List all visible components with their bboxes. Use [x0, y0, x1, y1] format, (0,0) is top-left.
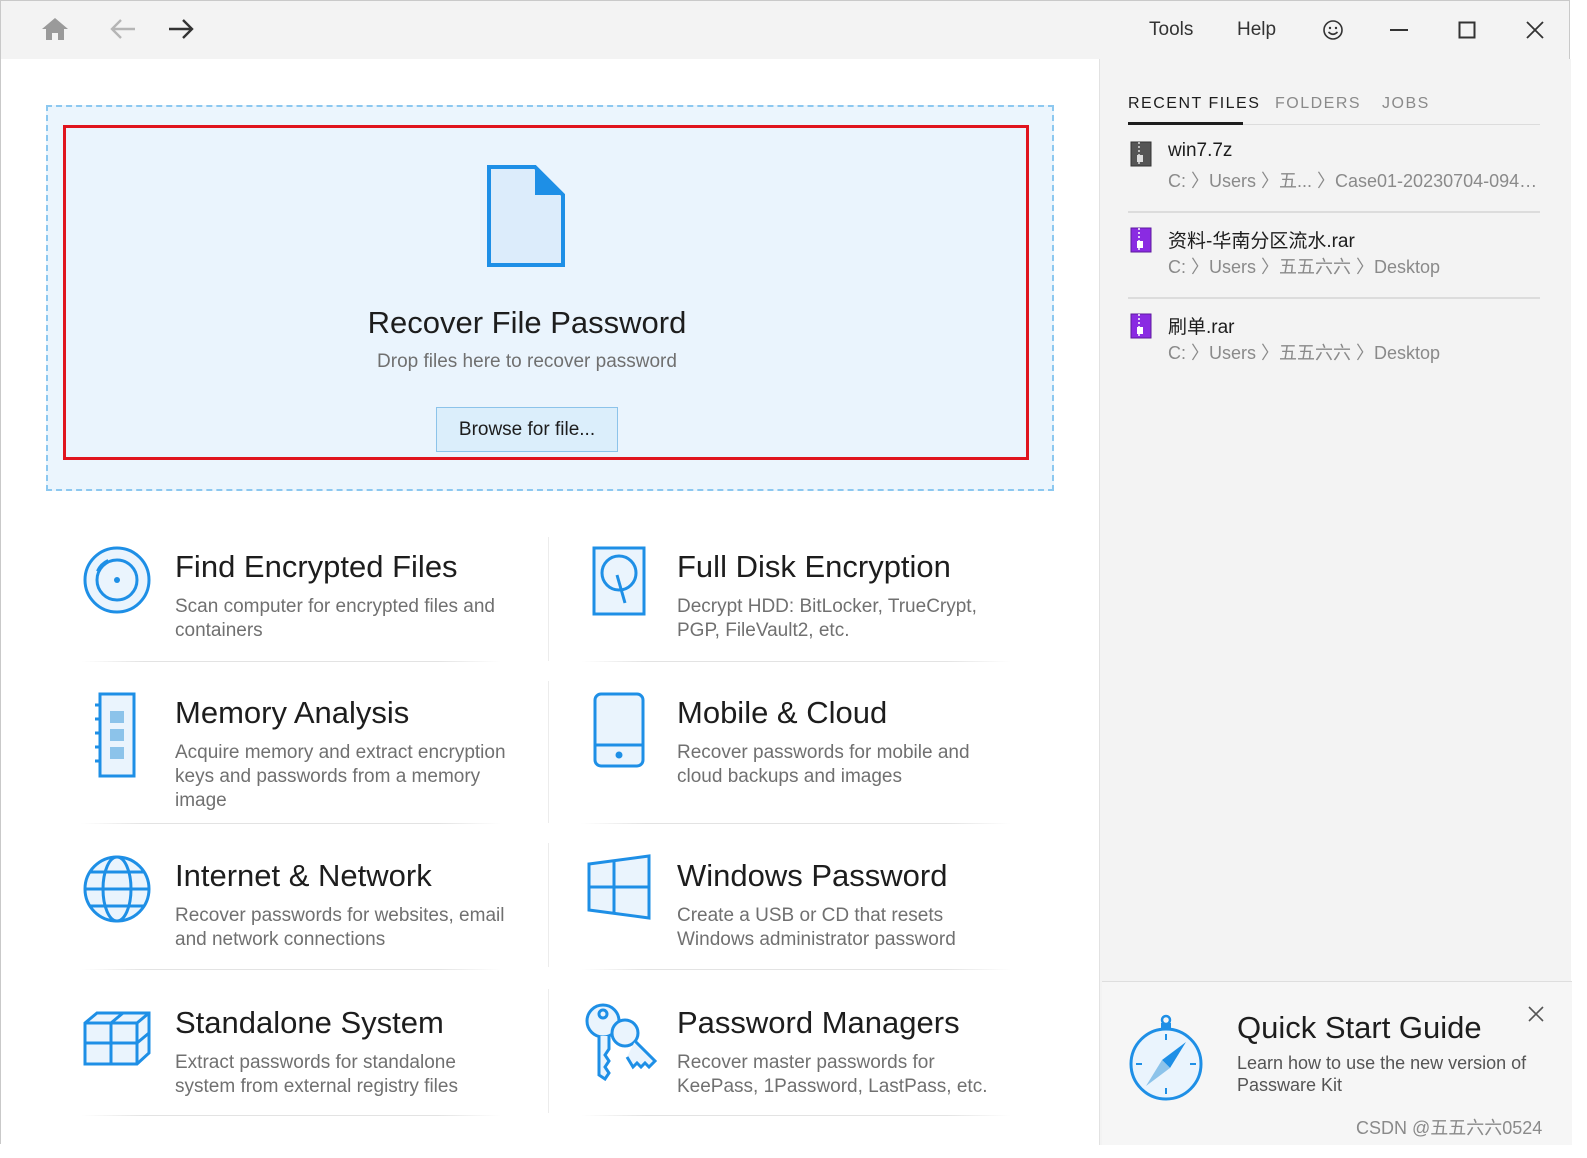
quick-start-title: Quick Start Guide: [1237, 1010, 1482, 1045]
archive-rar-icon: [1130, 313, 1152, 344]
recent-file-path: C: 〉Users 〉五五六六 〉Desktop: [1168, 343, 1441, 363]
row-divider: [81, 969, 501, 970]
browse-for-file-button[interactable]: Browse for file...: [436, 407, 618, 452]
row-divider: [581, 969, 1011, 970]
feedback-smiley-icon[interactable]: [1316, 13, 1350, 47]
tile-description: Scan computer for encrypted files and co…: [175, 596, 496, 641]
row-divider: [81, 661, 501, 662]
home-icon[interactable]: [37, 11, 73, 47]
menu-help[interactable]: Help: [1237, 19, 1276, 41]
row-divider: [581, 1115, 1011, 1116]
close-icon[interactable]: [1524, 1002, 1548, 1026]
main-panel: Recover File Password Drop files here to…: [1, 59, 1099, 1145]
tile-description: Decrypt HDD: BitLocker, TrueCrypt, PGP, …: [677, 596, 977, 641]
menu-tools[interactable]: Tools: [1149, 19, 1193, 41]
row-divider: [581, 823, 1011, 824]
app-window: Tools Help Recover File Password Drop fi…: [0, 0, 1572, 1145]
tile-description: Recover master passwords for KeePass, 1P…: [677, 1052, 988, 1097]
tile-description: Acquire memory and extract encryption ke…: [175, 742, 506, 811]
tile-title: Full Disk Encryption: [677, 549, 951, 584]
sidebar: RECENT FILES FOLDERS JOBS win7.7z C: 〉Us…: [1099, 59, 1572, 1145]
globe-icon: [79, 854, 155, 944]
tab-jobs[interactable]: JOBS: [1382, 95, 1430, 113]
file-icon: [485, 163, 567, 274]
tile-title: Standalone System: [175, 1005, 444, 1040]
drop-zone-subtitle: Drop files here to recover password: [377, 351, 677, 372]
tile-description: Recover passwords for websites, email an…: [175, 905, 505, 950]
cubes-icon: [79, 1001, 155, 1091]
memory-chip-icon: [79, 691, 155, 781]
keys-icon: [581, 1001, 657, 1091]
hard-disk-icon: [581, 545, 657, 635]
watermark: CSDN @五五六六0524: [1356, 1118, 1543, 1138]
recent-file-item[interactable]: win7.7z C: 〉Users 〉五... 〉Case01-20230704…: [1128, 127, 1540, 213]
windows-logo-icon: [581, 854, 657, 944]
recent-file-name: win7.7z: [1168, 140, 1233, 161]
close-window-icon[interactable]: [1518, 13, 1552, 47]
disc-icon: [79, 545, 155, 635]
tab-folders[interactable]: FOLDERS: [1275, 95, 1361, 113]
tile-description: Create a USB or CD that resets Windows a…: [677, 905, 956, 950]
compass-icon: [1128, 1014, 1204, 1107]
row-divider: [81, 823, 501, 824]
drop-zone-title: Recover File Password: [367, 305, 687, 340]
title-bar: Tools Help: [1, 1, 1569, 59]
quick-start-description: Learn how to use the new version of Pass…: [1237, 1053, 1527, 1095]
tab-recent-files[interactable]: RECENT FILES: [1128, 95, 1260, 113]
recent-file-path: C: 〉Users 〉五五六六 〉Desktop: [1168, 257, 1441, 277]
row-divider: [81, 1115, 501, 1116]
tile-title: Internet & Network: [175, 858, 432, 893]
column-divider: [548, 843, 549, 967]
tile-title: Memory Analysis: [175, 695, 410, 730]
column-divider: [548, 989, 549, 1113]
active-tab-indicator: [1128, 122, 1243, 125]
recent-file-item[interactable]: 刷单.rar C: 〉Users 〉五五六六 〉Desktop: [1128, 299, 1540, 385]
tile-title: Find Encrypted Files: [175, 549, 458, 584]
recent-file-name: 刷单.rar: [1168, 317, 1235, 338]
recent-file-name: 资料-华南分区流水.rar: [1168, 231, 1355, 252]
archive-7z-icon: [1130, 141, 1152, 172]
tile-title: Mobile & Cloud: [677, 695, 888, 730]
recent-file-path: C: 〉Users 〉五... 〉Case01-20230704-0940...: [1168, 171, 1538, 191]
back-arrow-icon[interactable]: [105, 11, 141, 47]
maximize-icon[interactable]: [1450, 13, 1484, 47]
column-divider: [548, 537, 549, 661]
tile-description: Recover passwords for mobile and cloud b…: [677, 742, 970, 787]
tile-title: Windows Password: [677, 858, 948, 893]
tile-description: Extract passwords for standalone system …: [175, 1052, 458, 1097]
tile-title: Password Managers: [677, 1005, 960, 1040]
archive-rar-icon: [1130, 227, 1152, 258]
recent-file-item[interactable]: 资料-华南分区流水.rar C: 〉Users 〉五五六六 〉Desktop: [1128, 213, 1540, 299]
forward-arrow-icon[interactable]: [163, 11, 199, 47]
column-divider: [548, 681, 549, 823]
mobile-phone-icon: [581, 691, 657, 781]
row-divider: [581, 661, 1011, 662]
minimize-icon[interactable]: [1382, 13, 1416, 47]
